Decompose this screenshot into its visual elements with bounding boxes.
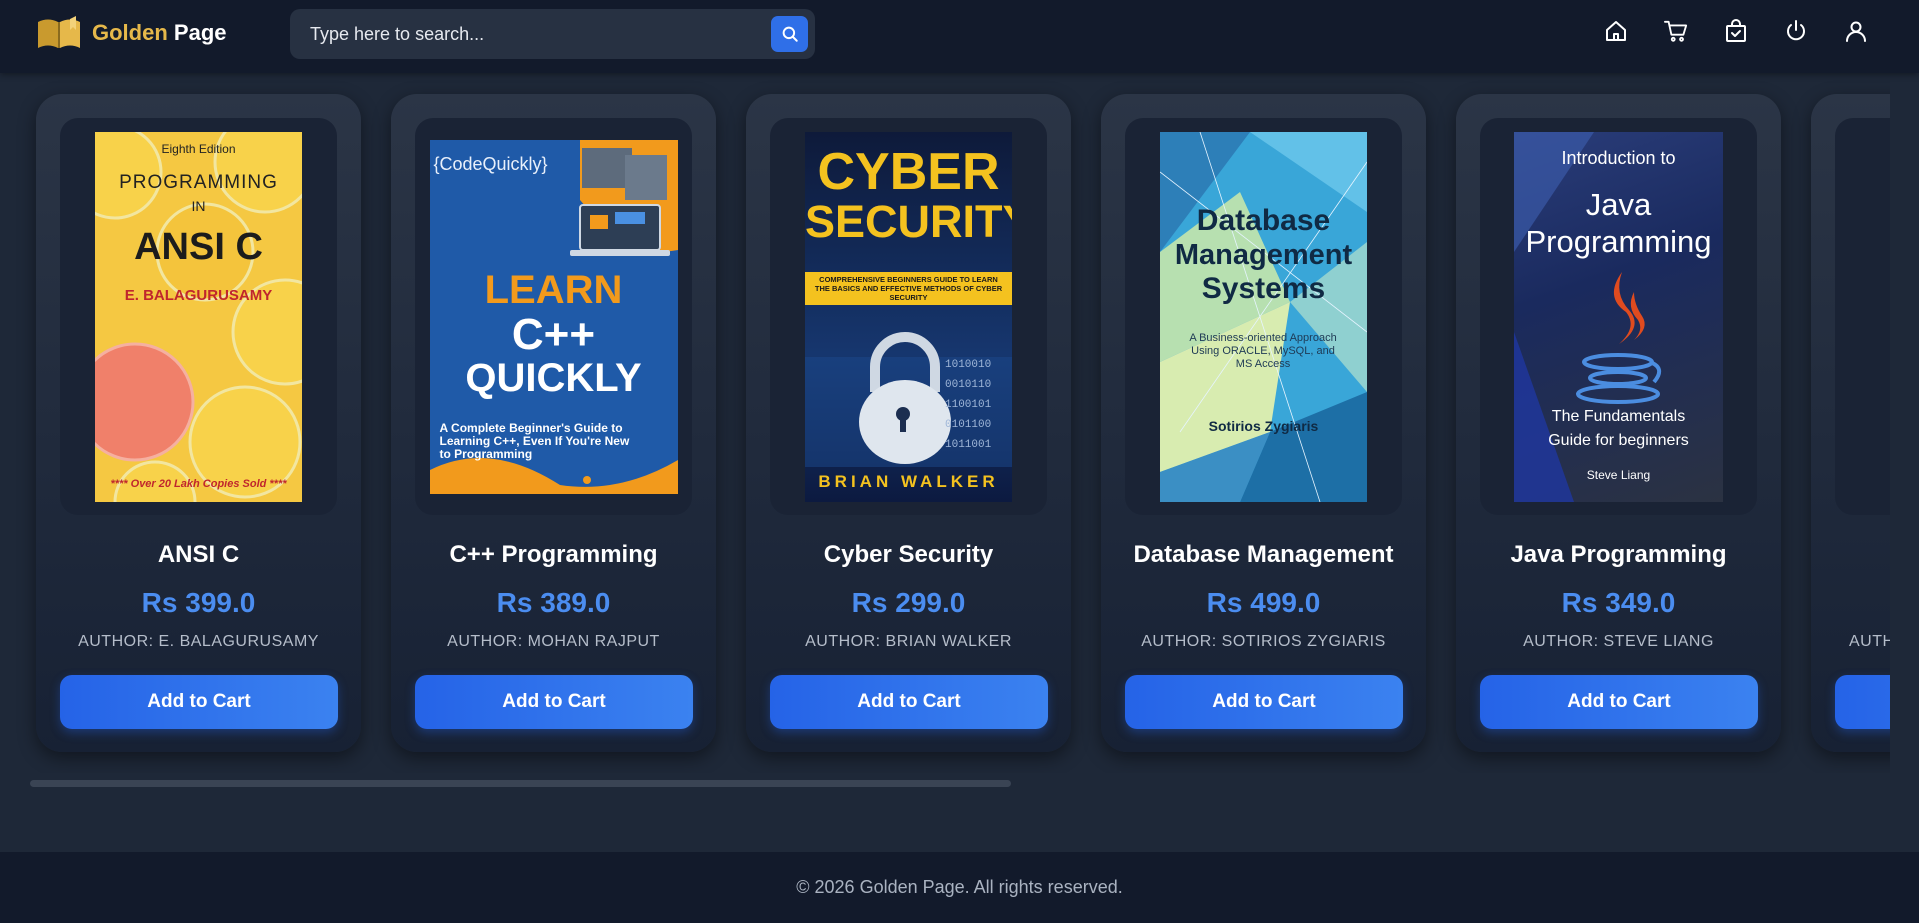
book-title[interactable]: C++ Programming	[391, 541, 716, 569]
svg-text:1100101: 1100101	[945, 399, 992, 411]
logo-text-white: Page	[173, 20, 227, 45]
profile-button[interactable]	[1844, 18, 1868, 44]
svg-text:1011001: 1011001	[945, 439, 992, 451]
cover-line3: ANSI C	[134, 225, 263, 268]
book-card-ansi-c: Eighth Edition PROGRAMMING IN ANSI C E. …	[36, 94, 361, 752]
cover-subtitle2: Guide for beginners	[1548, 431, 1689, 449]
book-image-frame: N	[1835, 118, 1890, 515]
cover-line1: PROGRAMMING	[119, 171, 278, 193]
book-cover-image[interactable]: {CodeQuickly} LEARN C++ QUICKLY A Comple…	[429, 139, 678, 494]
book-cover-image[interactable]: Database Management Systems A Business-o…	[1160, 131, 1367, 502]
search-bar	[290, 9, 815, 59]
svg-text:1010010: 1010010	[945, 359, 991, 371]
book-price: Rs 349.0	[1561, 587, 1676, 618]
cover-author: BRIAN WALKER	[818, 471, 999, 491]
nav-icons	[1604, 18, 1868, 44]
book-image-frame: {CodeQuickly} LEARN C++ QUICKLY A Comple…	[415, 118, 692, 515]
orders-icon	[1726, 19, 1746, 42]
add-to-cart-button[interactable]: Add to Cart	[415, 675, 693, 729]
book-card-cyber-security: 1010010 0010110 1100101 0101100 1011001 …	[746, 94, 1071, 752]
book-author: AUTH	[1849, 633, 1890, 650]
book-price: Rs 399.0	[141, 587, 256, 618]
orders-button[interactable]	[1724, 18, 1748, 44]
logo-text-gold: Golden	[92, 20, 168, 45]
cover-line2: SECURITY	[805, 195, 1012, 247]
geometric-pattern	[1160, 131, 1367, 502]
logout-button[interactable]	[1784, 18, 1808, 44]
book-cover-image[interactable]: 1010010 0010110 1100101 0101100 1011001 …	[805, 131, 1012, 502]
cover-subtitle: A Complete Beginner's Guide to Learning …	[439, 420, 630, 461]
cover-line2: IN	[191, 197, 206, 214]
cover-line3: QUICKLY	[465, 355, 642, 400]
copyright-text: © 2026 Golden Page. All rights reserved.	[796, 877, 1123, 897]
book-image-frame: 1010010 0010110 1100101 0101100 1011001 …	[770, 118, 1047, 515]
book-title[interactable]: Java Programming	[1456, 541, 1781, 569]
footer: © 2026 Golden Page. All rights reserved.	[0, 852, 1919, 923]
cover-subtitle: COMPREHENSIVE BEGINNERS GUIDE TO LEARN T…	[805, 271, 1012, 305]
book-image-frame: Introduction to Java Programming The Fun…	[1480, 118, 1757, 515]
book-price: Rs 389.0	[496, 587, 611, 618]
book-cover-image[interactable]: Introduction to Java Programming The Fun…	[1514, 131, 1723, 502]
cover-author: E. BALAGURUSAMY	[124, 286, 273, 304]
cover-brand: {CodeQuickly}	[433, 153, 548, 174]
home-icon	[1606, 21, 1626, 41]
svg-text:0101100: 0101100	[945, 419, 991, 431]
book-cover-image[interactable]: Eighth Edition PROGRAMMING IN ANSI C E. …	[95, 131, 302, 502]
add-to-cart-button[interactable]: Add to Cart	[1125, 675, 1403, 729]
home-button[interactable]	[1604, 18, 1628, 44]
power-icon	[1787, 20, 1805, 41]
search-icon	[782, 26, 798, 42]
add-to-cart-button[interactable]	[1835, 675, 1890, 729]
cover-line1: CYBER	[817, 142, 1000, 201]
cart-button[interactable]	[1664, 18, 1688, 44]
book-card-cpp: {CodeQuickly} LEARN C++ QUICKLY A Comple…	[391, 94, 716, 752]
book-author: AUTHOR: STEVE LIANG	[1523, 633, 1714, 650]
add-to-cart-button[interactable]: Add to Cart	[60, 675, 338, 729]
book-author: AUTHOR: BRIAN WALKER	[805, 633, 1012, 650]
cover-subtitle: A Business-oriented Approach Using ORACL…	[1189, 331, 1337, 370]
book-image-frame: Eighth Edition PROGRAMMING IN ANSI C E. …	[60, 118, 337, 515]
book-title[interactable]: ANSI C	[36, 541, 361, 569]
book-image-frame: Database Management Systems A Business-o…	[1125, 118, 1402, 515]
cover-line1: Java	[1585, 186, 1652, 222]
search-input[interactable]	[290, 9, 760, 59]
book-price: Rs 299.0	[851, 587, 966, 618]
logo-text: Golden Page	[92, 20, 227, 46]
cart-icon	[1664, 20, 1688, 42]
add-to-cart-button[interactable]: Add to Cart	[1480, 675, 1758, 729]
search-button[interactable]	[771, 16, 808, 52]
logo[interactable]: Golden Page	[36, 16, 227, 50]
cover-author: Sotirios Zygiaris	[1208, 417, 1319, 434]
carousel-scrollbar[interactable]	[30, 780, 1011, 787]
cover-subtitle1: The Fundamentals	[1551, 407, 1686, 425]
cover-line2: Management	[1174, 238, 1353, 271]
book-card-database-management: Database Management Systems A Business-o…	[1101, 94, 1426, 752]
cover-line2: C++	[511, 309, 596, 359]
book-title[interactable]: Cyber Security	[746, 541, 1071, 569]
add-to-cart-button[interactable]: Add to Cart	[770, 675, 1048, 729]
cover-line1: LEARN	[484, 267, 623, 312]
book-card-partial: N AUTH	[1811, 94, 1890, 752]
cover-intro: Introduction to	[1561, 147, 1676, 168]
cover-line2: Programming	[1525, 223, 1712, 259]
top-navbar: Golden Page	[0, 0, 1919, 73]
book-carousel[interactable]: Eighth Edition PROGRAMMING IN ANSI C E. …	[0, 73, 1890, 773]
cover-line1: Database	[1196, 203, 1331, 237]
cover-edition: Eighth Edition	[161, 141, 236, 156]
book-author: AUTHOR: E. BALAGURUSAMY	[78, 633, 319, 650]
book-logo-icon	[38, 16, 80, 48]
book-card-java-programming: Introduction to Java Programming The Fun…	[1456, 94, 1781, 752]
book-price: Rs 499.0	[1206, 587, 1321, 618]
book-author: AUTHOR: MOHAN RAJPUT	[447, 633, 660, 650]
svg-text:0010110: 0010110	[945, 379, 991, 391]
book-author: AUTHOR: SOTIRIOS ZYGIARIS	[1141, 633, 1386, 650]
book-title[interactable]: Database Management	[1101, 541, 1426, 569]
cover-author: Steve Liang	[1586, 467, 1651, 482]
cover-line3: Systems	[1201, 271, 1326, 305]
cover-footer: **** Over 20 Lakh Copies Sold ****	[110, 477, 287, 490]
user-icon	[1846, 21, 1866, 42]
